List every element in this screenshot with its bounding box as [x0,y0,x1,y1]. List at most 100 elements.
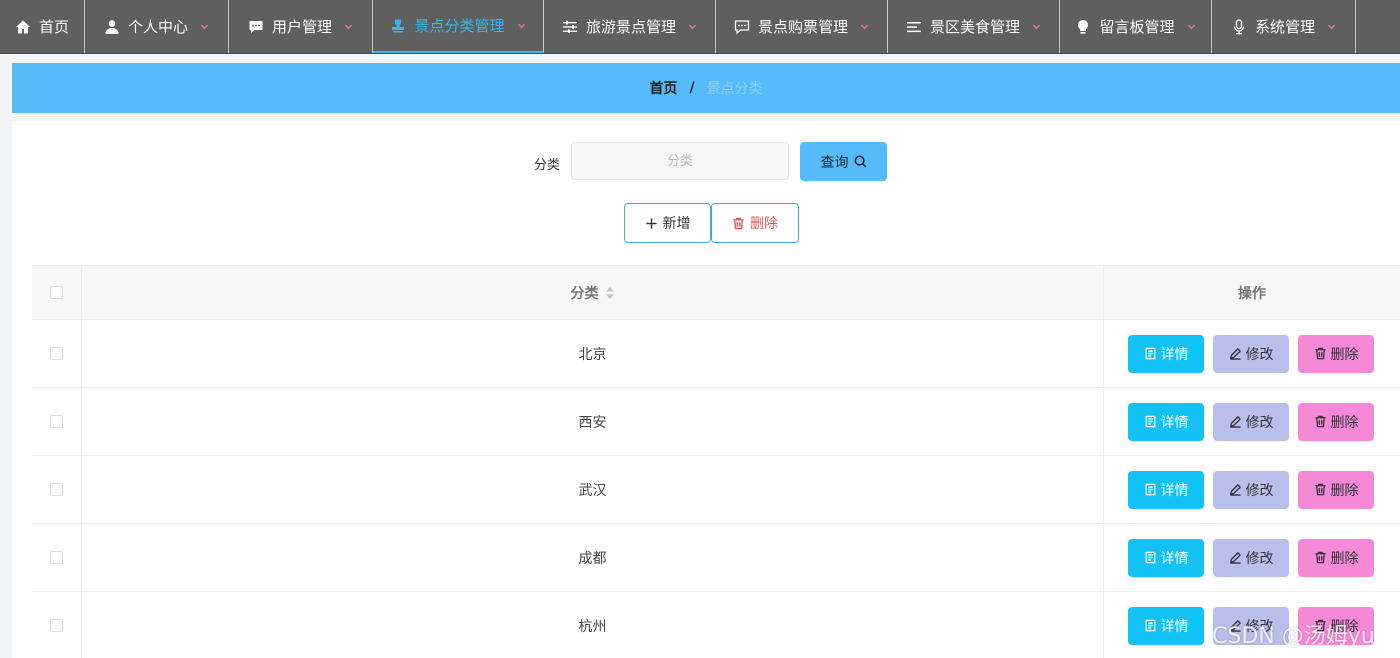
main-panel: 分类 查询 新增 删除 分类 操作 北京 [12,121,1400,658]
detail-button-label: 详情 [1160,482,1189,499]
document-icon [1145,347,1155,360]
category-cell: 西安 [82,388,1104,455]
chevron-down-icon [1187,24,1195,30]
delete-button[interactable]: 删除 [1298,334,1374,373]
pencil-icon [1229,415,1241,428]
category-cell: 北京 [82,320,1104,387]
column-header-operations: 操作 [1104,266,1400,319]
edit-button[interactable]: 修改 [1213,470,1289,509]
nav-item-scenic-category[interactable]: 景点分类管理 [373,0,544,53]
trash-icon [1314,415,1326,428]
query-button[interactable]: 查询 [800,142,887,181]
pencil-icon [1229,483,1241,496]
edit-button[interactable]: 修改 [1213,402,1289,441]
category-cell: 杭州 [82,592,1104,658]
watermark: CSDN @汤姆yu [1212,624,1375,649]
column-header-operations-label: 操作 [1238,285,1266,302]
detail-button[interactable]: 详情 [1128,538,1204,577]
sliders-icon [562,20,577,33]
search-label: 分类 [534,158,561,173]
chevron-down-icon [688,24,697,30]
message-icon [734,19,750,34]
sort-icon[interactable] [605,286,615,300]
table-row: 杭州 详情 修改 删除 [32,592,1400,658]
edit-button-label: 修改 [1245,482,1274,499]
nav-item-system[interactable]: 系统管理 [1212,0,1356,53]
nav-item-label: 个人中心 [127,18,188,36]
nav-item-scenic-spots[interactable]: 旅游景点管理 [544,0,716,53]
row-check-cell [32,524,82,591]
row-actions: 详情 修改 删除 [1104,320,1400,387]
nav-item-label: 首页 [38,18,69,36]
delete-button[interactable]: 删除 [1298,538,1374,577]
edit-button-label: 修改 [1245,346,1274,363]
nav-item-users[interactable]: 用户管理 [229,0,373,53]
row-check-cell [32,456,82,523]
delete-button-label: 删除 [1330,482,1359,499]
batch-delete-button[interactable]: 删除 [711,203,799,243]
detail-button[interactable]: 详情 [1128,402,1204,441]
row-actions: 详情 修改 删除 [1104,524,1400,591]
delete-button[interactable]: 删除 [1298,402,1374,441]
batch-delete-label: 删除 [750,216,778,232]
list-icon [906,21,921,32]
document-icon [1145,551,1155,564]
nav-item-profile[interactable]: 个人中心 [85,0,229,53]
row-checkbox[interactable] [50,415,63,428]
document-icon [1145,619,1155,632]
top-nav: 首页 个人中心 用户管理 景点分类管理 旅游景点管理 景点购票管理 景区美食管理… [0,0,1400,54]
nav-item-tickets[interactable]: 景点购票管理 [716,0,888,53]
category-search-input[interactable] [571,142,789,180]
chevron-down-icon [1327,24,1336,30]
delete-button-label: 删除 [1330,414,1359,431]
pencil-icon [1229,551,1241,564]
row-checkbox[interactable] [50,551,63,564]
category-cell: 武汉 [82,456,1104,523]
row-checkbox[interactable] [50,619,63,632]
chevron-down-icon [1032,24,1041,30]
edit-button[interactable]: 修改 [1213,538,1289,577]
bulb-icon [1078,19,1089,34]
home-icon [15,20,30,33]
delete-button[interactable]: 删除 [1298,470,1374,509]
add-button[interactable]: 新增 [624,203,711,243]
pencil-icon [1229,347,1241,360]
select-all-checkbox[interactable] [50,286,63,299]
chevron-down-icon [344,24,353,30]
row-check-cell [32,388,82,455]
chevron-down-icon [517,23,525,29]
trash-icon [1314,347,1326,360]
row-checkbox[interactable] [50,347,63,360]
edit-button-label: 修改 [1245,550,1274,567]
breadcrumb-home[interactable]: 首页 [649,78,677,98]
detail-button[interactable]: 详情 [1128,334,1204,373]
row-check-cell [32,320,82,387]
row-actions: 详情 修改 删除 [1104,388,1400,455]
breadcrumb: 首页 / 景点分类 [12,63,1400,113]
nav-item-label: 景区美食管理 [929,18,1020,36]
table-row: 西安 详情 修改 删除 [32,388,1400,456]
nav-item-home[interactable]: 首页 [0,0,85,53]
trash-icon [1314,551,1326,564]
breadcrumb-separator: / [689,80,695,96]
detail-button[interactable]: 详情 [1128,606,1204,645]
nav-item-messageboard[interactable]: 留言板管理 [1060,0,1212,53]
nav-item-label: 用户管理 [271,18,332,36]
edit-button[interactable]: 修改 [1213,334,1289,373]
header-check-cell [32,266,82,319]
document-icon [1145,483,1155,496]
delete-button-label: 删除 [1330,550,1359,567]
chat-icon [249,20,263,33]
category-cell: 成都 [82,524,1104,591]
detail-button[interactable]: 详情 [1128,470,1204,509]
nav-item-food[interactable]: 景区美食管理 [888,0,1060,53]
table-row: 武汉 详情 修改 删除 [32,456,1400,524]
mic-icon [1233,18,1245,34]
nav-item-label: 系统管理 [1254,18,1315,36]
delete-button-label: 删除 [1330,346,1359,363]
column-header-category[interactable]: 分类 [82,266,1104,319]
row-checkbox[interactable] [50,483,63,496]
column-header-category-label: 分类 [570,285,599,302]
user-icon [105,19,119,34]
document-icon [1145,415,1155,428]
